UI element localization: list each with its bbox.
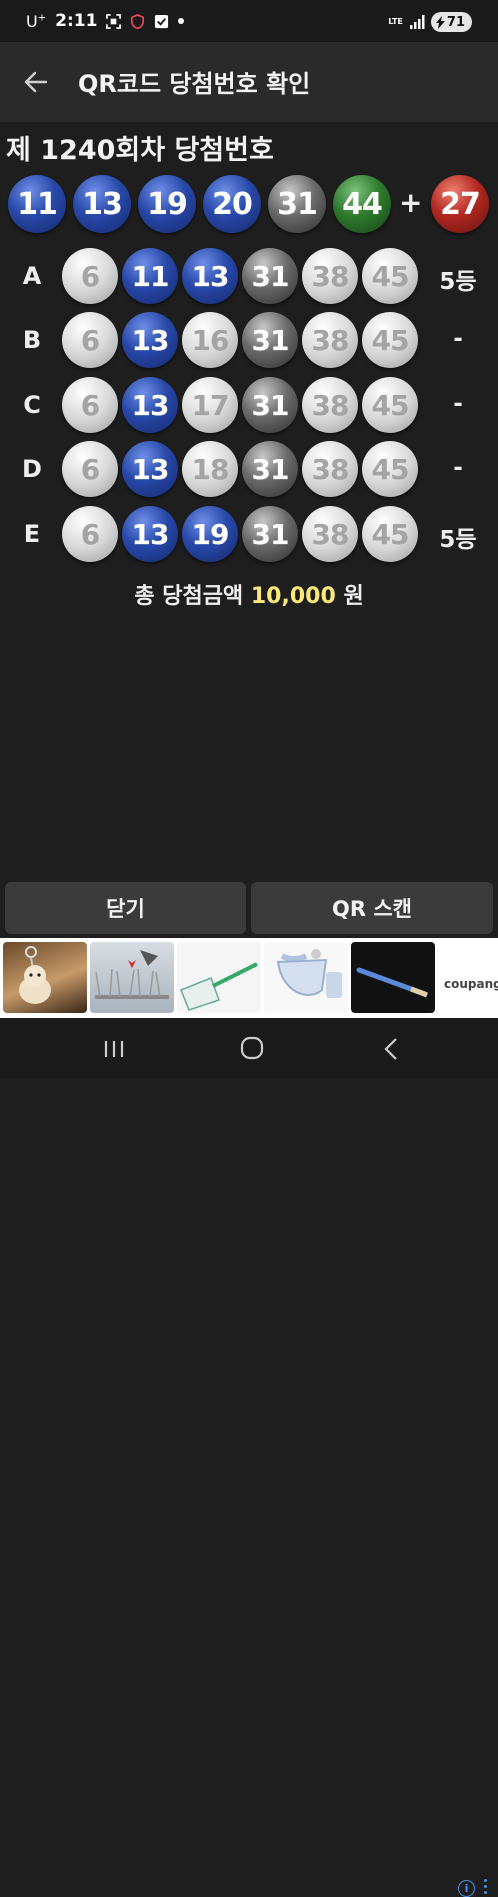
ticket-number-ball: 31 (242, 441, 298, 497)
ticket-number-ball: 6 (62, 312, 118, 368)
ad-product-keychain-image[interactable] (3, 942, 87, 1013)
winning-number-ball: 31 (268, 175, 326, 233)
winning-number-ball: 11 (8, 175, 66, 233)
ticket-result: - (453, 455, 463, 481)
total-prize-unit: 원 (343, 584, 364, 609)
cleaning-tool-icon (180, 962, 258, 1011)
lte-label: LTE (388, 17, 403, 26)
ticket-letter: D (22, 455, 42, 483)
ticket-number-ball: 13 (122, 506, 178, 562)
ticket-number-ball: 45 (362, 248, 418, 304)
shield-icon (131, 13, 145, 29)
dog-keychain-icon (19, 946, 51, 1004)
screenshot-icon (106, 13, 122, 29)
home-icon[interactable] (235, 1034, 269, 1064)
ad-info-icon[interactable]: i (458, 1880, 475, 1897)
ticket-number-ball: 31 (242, 506, 298, 562)
ticket-number-ball: 31 (242, 312, 298, 368)
close-button[interactable]: 닫기 (5, 882, 246, 934)
ticket-number-ball: 17 (182, 377, 238, 433)
ticket-number-ball: 16 (182, 312, 238, 368)
status-time: 2:11 (55, 11, 98, 31)
ticket-number-ball: 6 (62, 441, 118, 497)
notification-dot-icon (178, 18, 185, 24)
battery-indicator: 71 (430, 12, 472, 32)
ticket-number-ball: 38 (302, 441, 358, 497)
ticket-number-ball: 45 (362, 441, 418, 497)
ticket-letter: E (23, 520, 41, 548)
ad-more-icon[interactable] (484, 1879, 488, 1897)
check-box-icon (155, 14, 169, 28)
carrier-label: U+ (26, 11, 47, 31)
ticket-number-ball: 38 (302, 248, 358, 304)
ticket-number-ball: 38 (302, 506, 358, 562)
coupang-logo[interactable]: coupang (444, 977, 498, 991)
ad-product-cleaning-tool-image[interactable] (177, 942, 261, 1013)
ticket-number-ball: 45 (362, 506, 418, 562)
ticket-number-ball: 38 (302, 377, 358, 433)
ad-product-bird-spikes-image[interactable] (90, 942, 174, 1013)
winning-number-ball: 19 (138, 175, 196, 233)
ticket-number-ball: 38 (302, 312, 358, 368)
bird-spike-icon (95, 950, 169, 999)
ticket-number-ball: 11 (122, 248, 178, 304)
charging-bolt-icon (435, 15, 445, 29)
status-right: LTE 71 (388, 12, 472, 32)
ticket-number-ball: 13 (122, 312, 178, 368)
ad-product-pen-image[interactable] (351, 942, 435, 1013)
ticket-number-ball: 13 (122, 377, 178, 433)
ticket-number-ball: 13 (122, 441, 178, 497)
ticket-number-ball: 6 (62, 377, 118, 433)
ad-product-pet-harness-image[interactable] (264, 942, 348, 1013)
ticket-result: - (453, 326, 463, 352)
winning-number-ball: 13 (73, 175, 131, 233)
bonus-number-ball: 27 (431, 175, 489, 233)
ticket-number-ball: 6 (62, 506, 118, 562)
signal-icon (409, 15, 425, 29)
ticket-result: - (453, 391, 463, 417)
page-title: QR코드 당첨번호 확인 (78, 70, 311, 98)
pet-harness-icon (276, 949, 342, 998)
round-title: 제 1240회차 당첨번호 (6, 135, 274, 166)
ticket-letter: C (23, 391, 41, 419)
ticket-result: 5등 (439, 269, 477, 295)
ticket-number-ball: 31 (242, 377, 298, 433)
ad-banner[interactable]: i (0, 938, 498, 1897)
ticket-letter: A (22, 262, 42, 290)
total-prize-label: 총 당첨금액 (134, 584, 244, 609)
pen-icon (356, 967, 428, 998)
status-left: U+ 2:11 (26, 11, 185, 31)
ticket-number-ball: 31 (242, 248, 298, 304)
ticket-number-ball: 13 (182, 248, 238, 304)
qr-scan-button[interactable]: QR 스캔 (251, 882, 493, 934)
ticket-result: 5등 (439, 527, 477, 553)
ticket-number-ball: 19 (182, 506, 238, 562)
status-bar: U+ 2:11 LTE 71 (0, 0, 498, 42)
total-prize-amount: 10,000 (250, 584, 336, 609)
back-arrow-icon[interactable] (22, 68, 50, 96)
ticket-letter: B (22, 326, 42, 354)
app-bar: QR코드 당첨번호 확인 (0, 42, 498, 122)
recent-apps-icon[interactable] (97, 1034, 131, 1064)
ticket-number-ball: 45 (362, 377, 418, 433)
winning-number-ball: 44 (333, 175, 391, 233)
plus-sign: + (399, 186, 423, 219)
winning-number-ball: 20 (203, 175, 261, 233)
back-icon[interactable] (375, 1034, 409, 1064)
system-nav-bar (0, 1018, 498, 1079)
ticket-number-ball: 6 (62, 248, 118, 304)
total-prize-line: 총 당첨금액 10,000 원 (0, 578, 498, 610)
battery-level: 71 (446, 14, 465, 30)
ticket-number-ball: 18 (182, 441, 238, 497)
ticket-number-ball: 45 (362, 312, 418, 368)
